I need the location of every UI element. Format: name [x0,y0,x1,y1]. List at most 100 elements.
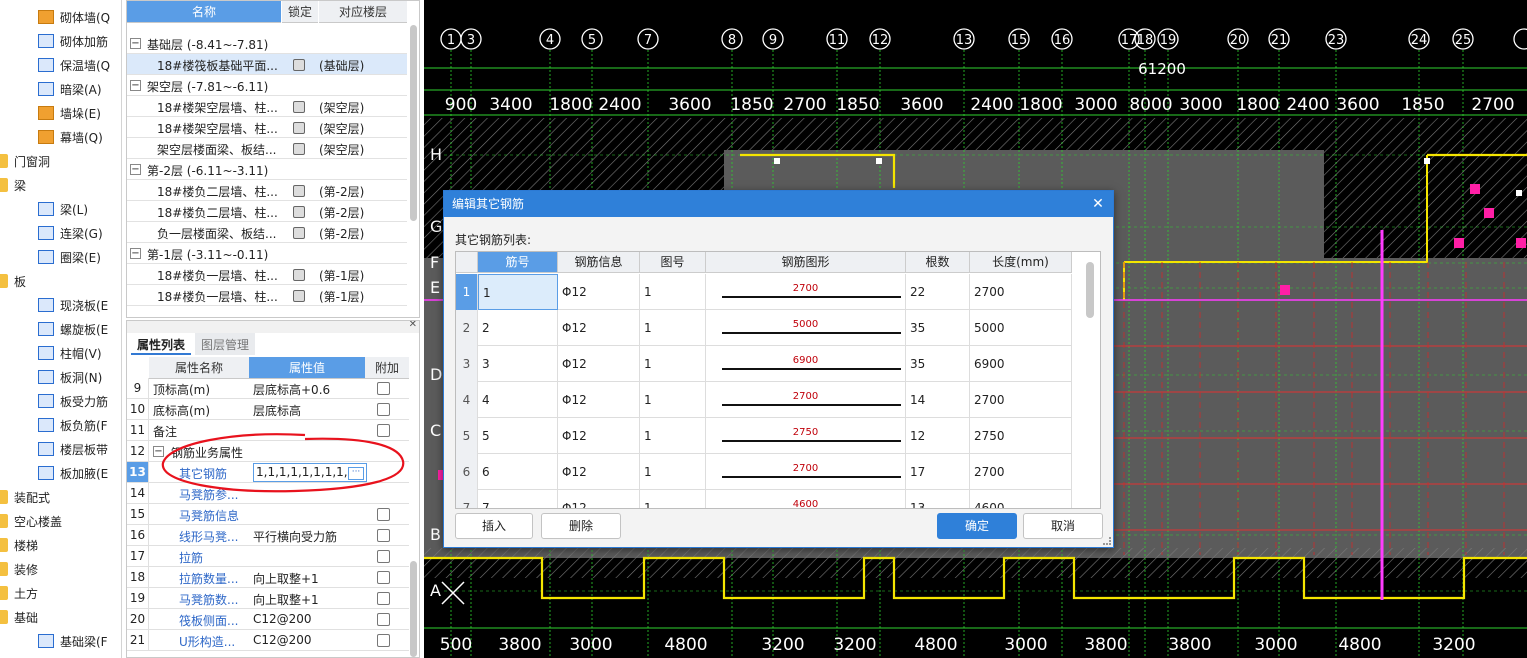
property-value[interactable]: 向上取整+1 [253,591,369,608]
lock-icon[interactable] [293,227,305,239]
tree-item[interactable]: 幕墙(Q) [38,125,103,149]
floor-drawing-row[interactable]: 18#楼负二层墙、柱... (第-2层) [127,201,407,222]
cancel-button[interactable]: 取消 [1023,513,1103,539]
property-row[interactable]: 18 拉筋数量... 向上取整+1 [127,567,409,588]
length-cell[interactable]: 6900 [970,346,1072,382]
lock-icon[interactable] [293,122,305,134]
property-value[interactable]: 平行横向受力筋 [253,528,369,545]
property-value[interactable]: 向上取整+1 [253,570,369,587]
length-cell[interactable]: 2700 [970,274,1072,310]
extra-checkbox[interactable] [377,592,390,605]
rebar-table-scrollbar[interactable] [1086,262,1094,318]
delete-button[interactable]: 删除 [541,513,621,539]
tree-item[interactable]: 基础 [0,605,38,629]
length-cell[interactable]: 2700 [970,382,1072,418]
tree-item[interactable]: 梁(L) [38,197,88,221]
resize-grip-icon[interactable] [1103,537,1111,545]
bar-no-cell[interactable]: 5 [478,418,558,454]
lock-icon[interactable] [293,101,305,113]
lock-icon[interactable] [293,185,305,197]
count-cell[interactable]: 35 [906,310,970,346]
collapse-icon[interactable]: − [130,164,141,175]
extra-checkbox[interactable] [377,571,390,584]
property-scrollbar[interactable] [410,561,417,657]
length-cell[interactable]: 2750 [970,418,1072,454]
count-cell[interactable]: 17 [906,454,970,490]
length-cell[interactable]: 4600 [970,490,1072,508]
floor-group-row[interactable]: − 第-2层 (-6.11~-3.11) [127,159,407,180]
bar-shape-cell[interactable]: 5000 [706,310,906,346]
tree-item[interactable]: 板洞(N) [38,365,102,389]
bar-shape-cell[interactable]: 2700 [706,382,906,418]
figure-no-cell[interactable]: 1 [640,346,706,382]
property-value[interactable]: C12@200 [253,612,369,626]
lock-icon[interactable] [293,290,305,302]
tree-item[interactable]: 墙垛(E) [38,101,101,125]
count-cell[interactable]: 22 [906,274,970,310]
extra-checkbox[interactable] [377,550,390,563]
count-cell[interactable]: 13 [906,490,970,508]
tree-item[interactable]: 连梁(G) [38,221,103,245]
tree-item[interactable]: 现浇板(E [38,293,108,317]
lock-icon[interactable] [293,206,305,218]
bar-info-cell[interactable]: Φ12 [558,382,640,418]
row-number[interactable]: 7 [456,490,478,508]
row-number[interactable]: 6 [456,454,478,490]
close-icon[interactable]: ✕ [1091,191,1105,217]
figure-no-cell[interactable]: 1 [640,274,706,310]
tree-item[interactable]: 楼梯 [0,533,38,557]
bar-info-cell[interactable]: Φ12 [558,310,640,346]
header-name[interactable]: 名称 [127,1,281,23]
property-value[interactable]: 层底标高 [253,402,369,419]
tree-item[interactable]: 板 [0,269,26,293]
bar-shape-cell[interactable]: 4600 [706,490,906,508]
figure-no-cell[interactable]: 1 [640,382,706,418]
tree-item[interactable]: 螺旋板(E [38,317,108,341]
lock-icon[interactable] [293,59,305,71]
count-cell[interactable]: 14 [906,382,970,418]
row-number[interactable]: 3 [456,346,478,382]
bar-no-cell[interactable]: 3 [478,346,558,382]
ok-button[interactable]: 确定 [937,513,1017,539]
header-length[interactable]: 长度(mm) [970,252,1072,273]
rebar-row[interactable]: 4 4 Φ12 1 2700 14 2700 [456,382,1072,418]
bar-shape-cell[interactable]: 2750 [706,418,906,454]
length-cell[interactable]: 5000 [970,310,1072,346]
rebar-row[interactable]: 2 2 Φ12 1 5000 35 5000 [456,310,1072,346]
header-bar-info[interactable]: 钢筋信息 [558,252,640,273]
header-lock[interactable]: 锁定 [282,1,318,23]
header-floor[interactable]: 对应楼层 [319,1,407,23]
tree-item[interactable]: 楼层板带 [38,437,108,461]
extra-checkbox[interactable] [377,403,390,416]
tree-item[interactable]: 砌体墙(Q [38,5,110,29]
floor-drawing-row[interactable]: 18#楼负一层墙、柱... (第-1层) [127,285,407,306]
tree-item[interactable]: 保温墙(Q [38,53,110,77]
tree-item[interactable]: 板负筋(F [38,413,108,437]
extra-checkbox[interactable] [377,529,390,542]
figure-no-cell[interactable]: 1 [640,490,706,508]
tree-item[interactable]: 梁 [0,173,26,197]
tree-item[interactable]: 板受力筋 [38,389,108,413]
property-row[interactable]: 19 马凳筋数... 向上取整+1 [127,588,409,609]
property-row[interactable]: 17 拉筋 [127,546,409,567]
rebar-row[interactable]: 6 6 Φ12 1 2700 17 2700 [456,454,1072,490]
tree-item[interactable]: 砌体加筋 [38,29,108,53]
lock-icon[interactable] [293,269,305,281]
tree-item[interactable]: 空心楼盖 [0,509,62,533]
count-cell[interactable]: 35 [906,346,970,382]
figure-no-cell[interactable]: 1 [640,310,706,346]
rebar-row[interactable]: 3 3 Φ12 1 6900 35 6900 [456,346,1072,382]
tab-layer-manager[interactable]: 图层管理 [195,333,256,355]
bar-info-cell[interactable]: Φ12 [558,490,640,508]
tree-item[interactable]: 板加腋(E [38,461,108,485]
bar-no-cell[interactable]: 7 [478,490,558,508]
bar-shape-cell[interactable]: 2700 [706,454,906,490]
bar-shape-cell[interactable]: 6900 [706,346,906,382]
tree-item[interactable]: 土方 [0,581,38,605]
floor-drawing-row[interactable]: 负一层楼面梁、板结... (第-2层) [127,222,407,243]
tree-item[interactable]: 暗梁(A) [38,77,102,101]
property-row[interactable]: 16 线形马凳... 平行横向受力筋 [127,525,409,546]
tree-item[interactable]: 装修 [0,557,38,581]
bar-no-cell[interactable]: 4 [478,382,558,418]
extra-checkbox[interactable] [377,634,390,647]
